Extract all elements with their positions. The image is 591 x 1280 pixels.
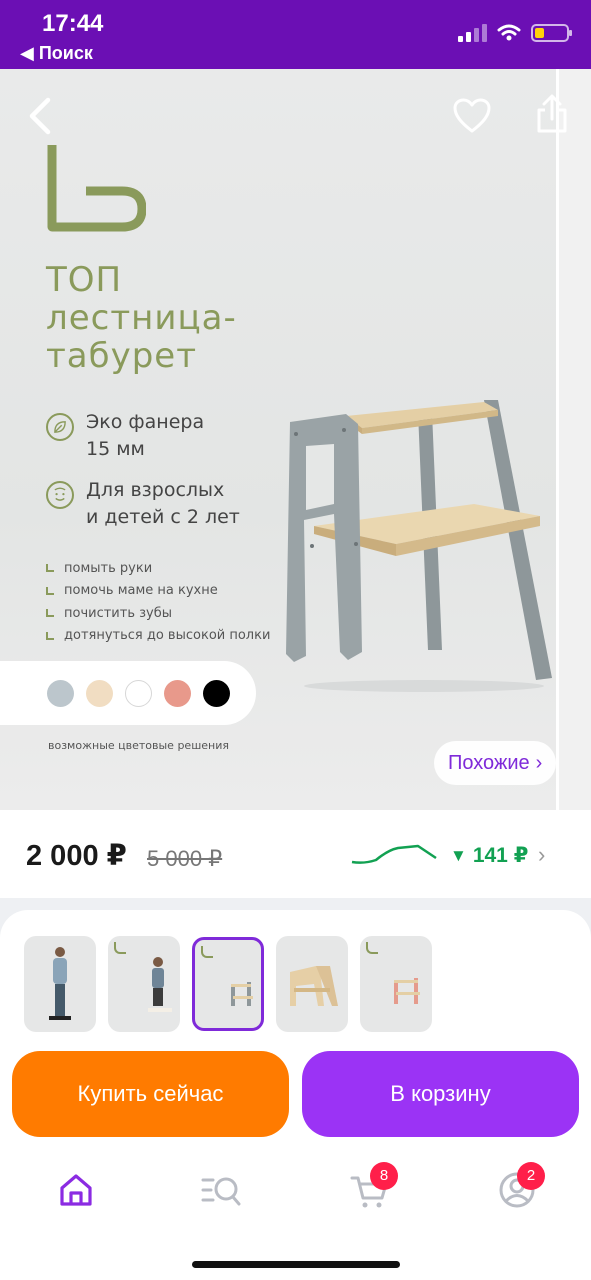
product-image-gallery[interactable]: ТОП лестница- табурет Эко фанера 15 мм Д… <box>0 69 591 810</box>
step-stool-image <box>286 400 552 692</box>
thumbnail-photo-gray-stool[interactable] <box>192 937 264 1031</box>
home-indicator[interactable] <box>192 1261 400 1268</box>
stool-figure-icon <box>231 982 253 1006</box>
price-drop-amount: 141 ₽ <box>472 844 529 867</box>
bullet-icon <box>46 609 54 618</box>
status-time: 17:44 <box>42 10 104 37</box>
bullet-icon <box>46 564 54 573</box>
current-price: 2 000 ₽ <box>26 840 127 872</box>
thumbnail-photo-natural-stool[interactable] <box>276 936 348 1032</box>
list-item-text: помыть руки <box>64 560 153 576</box>
bullet-icon <box>46 586 54 595</box>
usage-list: помыть руки помочь маме на кухне почисти… <box>46 557 270 647</box>
share-icon[interactable] <box>532 93 572 135</box>
color-swatch <box>203 679 230 707</box>
color-swatch <box>164 679 191 707</box>
status-bar: 17:44 ◀ Поиск <box>0 0 591 69</box>
headline-line: ТОП <box>46 260 123 300</box>
feature-eco-plywood: Эко фанера 15 мм <box>46 409 204 463</box>
stool-figure-icon <box>290 966 338 1006</box>
list-item-text: почистить зубы <box>64 605 173 621</box>
list-item-text: дотянуться до высокой полки <box>64 628 271 644</box>
similar-label: Похожие <box>448 752 530 774</box>
list-item-text: помочь маме на кухне <box>64 583 218 599</box>
person-figure-icon <box>49 947 71 1020</box>
product-headline: ТОП лестница- табурет <box>46 261 237 375</box>
color-swatches <box>0 661 256 725</box>
feature-for-adults-kids: Для взрослых и детей с 2 лет <box>46 477 240 531</box>
battery-icon <box>531 24 572 42</box>
similar-products-button[interactable]: Похожие › <box>434 741 557 785</box>
bullet-icon <box>46 631 54 640</box>
price-trend-icon <box>351 844 437 864</box>
swatch-caption: возможные цветовые решения <box>48 739 229 752</box>
back-to-search-link[interactable]: ◀ Поиск <box>20 43 93 64</box>
arrow-down-icon: ▼ <box>450 845 467 865</box>
color-swatch <box>125 679 152 707</box>
list-item: помочь маме на кухне <box>46 580 270 603</box>
profile-badge: 2 <box>517 1162 545 1190</box>
child-face-icon <box>46 481 74 509</box>
color-swatch <box>47 679 74 707</box>
chevron-right-icon[interactable]: › <box>538 842 545 868</box>
price-bar[interactable]: 2 000 ₽ 5 000 ₽ ▼ 141 ₽ › <box>0 810 591 898</box>
brand-logo <box>47 145 146 232</box>
next-image-peek <box>556 69 591 810</box>
wifi-icon <box>497 24 521 41</box>
thumbnail-strip <box>24 936 432 1032</box>
home-icon[interactable] <box>56 1170 96 1210</box>
signal-icon <box>458 24 487 42</box>
cart-badge: 8 <box>370 1162 398 1190</box>
feature-text: 15 мм <box>86 438 145 460</box>
list-item: дотянуться до высокой полки <box>46 625 270 648</box>
thumbnail-photo-pink-stool[interactable] <box>360 936 432 1032</box>
list-item: помыть руки <box>46 557 270 580</box>
feature-text: и детей с 2 лет <box>86 506 240 528</box>
chevron-right-icon: › <box>535 752 543 774</box>
feature-text: Эко фанера <box>86 411 205 433</box>
list-item: почистить зубы <box>46 602 270 625</box>
status-icons <box>458 24 572 42</box>
color-swatch <box>86 679 113 707</box>
thumbnail-photo-child-on-stool[interactable] <box>108 936 180 1032</box>
add-to-cart-button[interactable]: В корзину <box>302 1051 579 1137</box>
leaf-icon <box>46 413 74 441</box>
stool-figure-icon <box>394 978 420 1004</box>
price-drop: ▼ 141 ₽ <box>450 843 528 868</box>
thumbnail-photo-adult-child[interactable] <box>24 936 96 1032</box>
old-price: 5 000 ₽ <box>147 846 223 871</box>
child-figure-icon <box>148 957 172 1012</box>
back-arrow-icon[interactable] <box>24 96 60 136</box>
catalog-search-icon[interactable] <box>201 1170 241 1210</box>
buy-now-button[interactable]: Купить сейчас <box>12 1051 289 1137</box>
feature-text: Для взрослых <box>86 479 225 501</box>
headline-line: лестница- <box>46 298 237 338</box>
headline-line: табурет <box>46 336 198 376</box>
favorite-heart-icon[interactable] <box>452 97 492 135</box>
